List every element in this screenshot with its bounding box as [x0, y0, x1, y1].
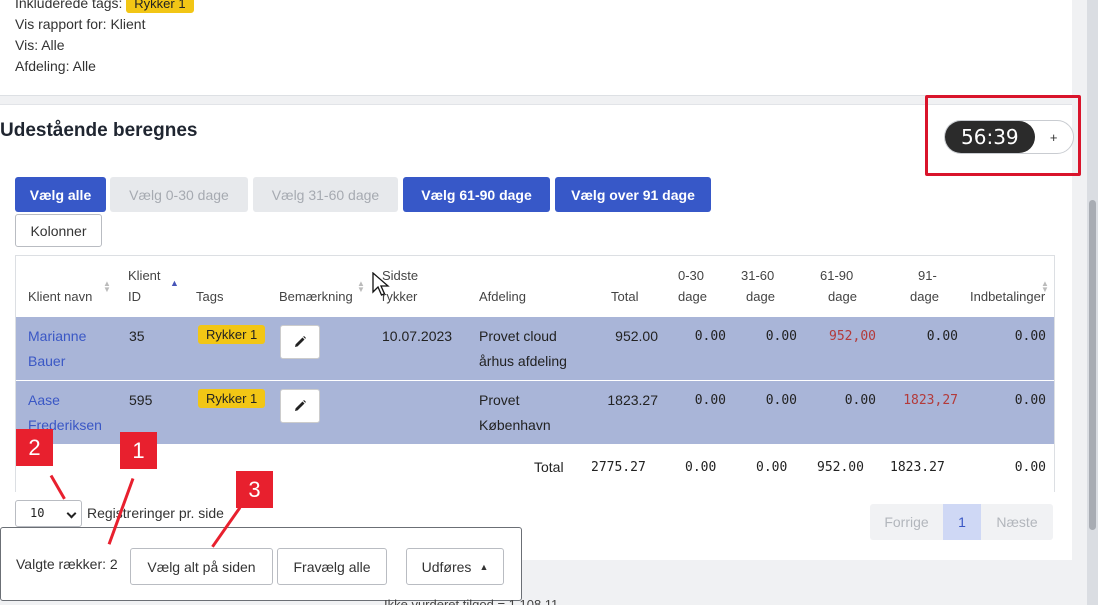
d61-90-cell: 0.00 [844, 393, 876, 408]
totals-d0-30: 0.00 [685, 460, 717, 475]
d0-30-cell: 0.00 [694, 329, 726, 344]
d31-60-cell: 0.00 [765, 393, 797, 408]
pencil-icon [295, 400, 306, 411]
chevron-down-icon [66, 508, 77, 519]
d91-cell: 1823,27 [903, 393, 958, 408]
header-remark[interactable]: Bemærkning [279, 286, 353, 307]
select-all-on-page-button[interactable]: Vælg alt på siden [130, 548, 273, 585]
d0-30-cell: 0.00 [694, 393, 726, 408]
sort-asc-icon[interactable]: ▲ [170, 273, 179, 294]
total-cell: 1823.27 [607, 392, 658, 408]
header-client-id-line1[interactable]: Klient [128, 265, 161, 286]
report-for-line: Vis rapport for: Klient [15, 16, 146, 32]
select-0-30-button[interactable]: Vælg 0-30 dage [110, 177, 248, 212]
header-department: Afdeling [479, 289, 526, 304]
client-name-link[interactable]: Bauer [28, 349, 65, 374]
department-line: Afdeling: Alle [15, 58, 96, 74]
header-total: Total [611, 289, 639, 304]
totals-label: Total [534, 459, 564, 475]
payments-cell: 0.00 [1014, 329, 1046, 344]
execute-dropdown-button[interactable]: Udføres ▲ [406, 548, 504, 585]
filter-summary-card: Inkluderede tags: Rykker 1 Vis rapport f… [0, 0, 1072, 96]
included-tags-line: Inkluderede tags: Rykker 1 [15, 0, 194, 13]
department-cell: København [479, 417, 551, 433]
selection-popup: Valgte rækker: 2 Vælg alt på siden Fravæ… [0, 527, 522, 601]
annotation-badge-3: 3 [236, 471, 273, 508]
show-line: Vis: Alle [15, 37, 65, 53]
page-size-label: Registreringer pr. side [87, 505, 224, 521]
pager-prev-button[interactable]: Forrige [870, 504, 943, 540]
select-all-button[interactable]: Vælg alle [15, 177, 106, 212]
section-title: Udestående beregnes [0, 120, 198, 141]
header-61-90-line2: dage [828, 289, 857, 304]
totals-payments: 0.00 [1014, 460, 1046, 475]
d31-60-cell: 0.00 [765, 329, 797, 344]
header-31-60-line2: dage [746, 289, 775, 304]
page-size-select[interactable]: 10 [15, 500, 82, 527]
table-row[interactable]: Marianne Bauer 35 Rykker 1 10.07.2023 Pr… [16, 316, 1054, 380]
deselect-all-button[interactable]: Fravælg alle [277, 548, 387, 585]
d91-cell: 0.00 [926, 329, 958, 344]
timer-highlight-annotation [925, 95, 1081, 176]
select-31-60-button[interactable]: Vælg 31-60 dage [253, 177, 398, 212]
totals-row: Total 2775.27 0.00 0.00 952.00 1823.27 0… [16, 444, 1054, 492]
tag-badge: Rykker 1 [198, 389, 266, 408]
mouse-cursor-icon [372, 272, 390, 296]
totals-d91: 1823.27 [890, 460, 945, 475]
header-91-line1: 91- [918, 268, 937, 283]
header-client-name[interactable]: Klient navn [28, 286, 92, 307]
edit-remark-button[interactable] [280, 325, 320, 359]
total-cell: 952.00 [615, 328, 658, 344]
edit-remark-button[interactable] [280, 389, 320, 423]
payments-cell: 0.00 [1014, 393, 1046, 408]
totals-d31-60: 0.00 [756, 460, 788, 475]
annotation-badge-2: 2 [16, 429, 53, 466]
client-id: 595 [129, 392, 153, 408]
department-cell: århus afdeling [479, 353, 567, 369]
totals-d61-90: 952.00 [817, 460, 864, 475]
header-91-line2: dage [910, 289, 939, 304]
pencil-icon [295, 336, 306, 347]
columns-button[interactable]: Kolonner [15, 214, 102, 247]
scrollbar-thumb[interactable] [1089, 200, 1096, 530]
header-payments[interactable]: Indbetalinger [970, 286, 1045, 307]
sort-icon[interactable]: ▲ ▼ [1041, 280, 1049, 294]
totals-total: 2775.27 [591, 460, 646, 475]
tag-badge: Rykker 1 [198, 325, 266, 344]
pager-page-1[interactable]: 1 [943, 504, 981, 540]
sort-icon[interactable]: ▲ ▼ [357, 280, 365, 294]
select-over-91-button[interactable]: Vælg over 91 dage [555, 177, 711, 212]
included-tags-label: Inkluderede tags: [15, 0, 123, 11]
header-tags: Tags [196, 289, 224, 304]
header-client-id-line2[interactable]: ID [128, 286, 141, 307]
header-0-30-line2: dage [678, 289, 707, 304]
client-name-link[interactable]: Marianne [28, 324, 86, 349]
selected-rows-label: Valgte rækker: 2 [16, 556, 118, 572]
last-reminder-date: 10.07.2023 [382, 328, 453, 344]
sort-icon[interactable]: ▲ ▼ [103, 280, 111, 294]
included-tag-badge: Rykker 1 [126, 0, 194, 13]
partial-footer-text: Ikke vurderet tilgod = 1.108,11 [384, 597, 559, 605]
header-31-60-line1: 31-60 [741, 268, 775, 283]
header-0-30-line1: 0-30 [678, 268, 705, 283]
execute-label: Udføres [421, 558, 472, 575]
client-id: 35 [129, 328, 145, 344]
select-61-90-button[interactable]: Vælg 61-90 dage [403, 177, 550, 212]
outstanding-table: Klient navn ▲ ▼ Klient ID ▲ Tags Bemærkni… [15, 255, 1055, 492]
table-row[interactable]: Aase Frederiksen 595 Rykker 1 Provet Køb… [16, 380, 1054, 444]
pager-next-button[interactable]: Næste [981, 504, 1053, 540]
client-name-link[interactable]: Aase [28, 388, 60, 413]
department-cell: Provet [479, 392, 520, 408]
page-size-value: 10 [30, 506, 45, 520]
d61-90-cell: 952,00 [829, 329, 876, 344]
department-cell: Provet cloud [479, 328, 557, 344]
caret-up-icon: ▲ [479, 561, 489, 572]
annotation-badge-1: 1 [120, 432, 157, 469]
header-61-90-line1: 61-90 [820, 268, 854, 283]
